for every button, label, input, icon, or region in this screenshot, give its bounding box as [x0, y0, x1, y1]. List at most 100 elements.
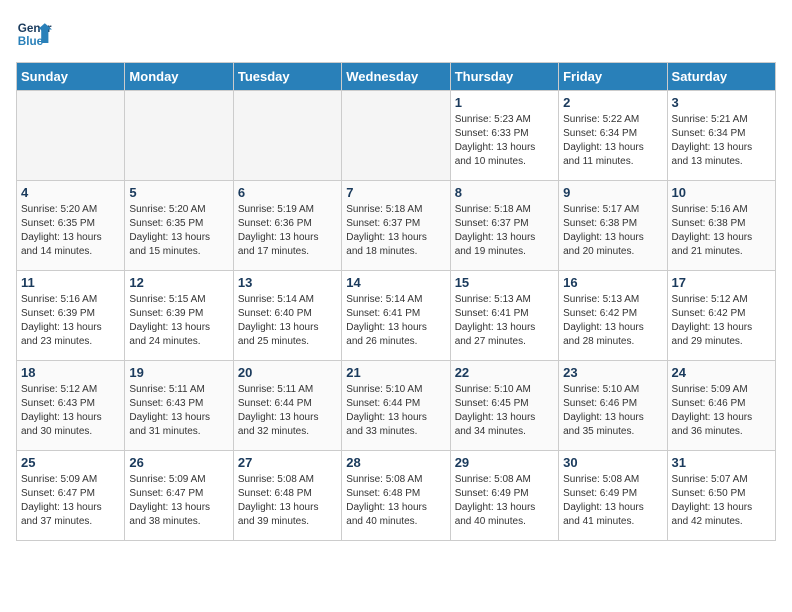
day-info: Sunrise: 5:13 AM Sunset: 6:41 PM Dayligh… [455, 293, 554, 349]
calendar-cell: 1 Sunrise: 5:23 AM Sunset: 6:33 PM Daylig… [450, 91, 558, 181]
day-number: 1 [455, 95, 554, 110]
day-number: 13 [238, 275, 337, 290]
calendar-table: SundayMondayTuesdayWednesdayThursdayFrid… [16, 62, 776, 541]
day-number: 29 [455, 455, 554, 470]
day-number: 27 [238, 455, 337, 470]
day-info: Sunrise: 5:13 AM Sunset: 6:42 PM Dayligh… [563, 293, 662, 349]
calendar-cell: 14 Sunrise: 5:14 AM Sunset: 6:41 PM Dayli… [342, 271, 450, 361]
calendar-cell: 31 Sunrise: 5:07 AM Sunset: 6:50 PM Dayli… [667, 451, 775, 541]
calendar-cell: 8Sunrise: 5:18 AM Sunset: 6:37 PM Daylig… [450, 181, 558, 271]
calendar-cell: 24 Sunrise: 5:09 AM Sunset: 6:46 PM Dayli… [667, 361, 775, 451]
calendar-cell: 5 Sunrise: 5:20 AM Sunset: 6:35 PM Daylig… [125, 181, 233, 271]
svg-text:Blue: Blue [18, 35, 44, 48]
day-info: Sunrise: 5:22 AM Sunset: 6:34 PM Dayligh… [563, 113, 662, 169]
calendar-cell: 10 Sunrise: 5:16 AM Sunset: 6:38 PM Dayli… [667, 181, 775, 271]
day-number: 31 [672, 455, 771, 470]
calendar-week-row: 1 Sunrise: 5:23 AM Sunset: 6:33 PM Daylig… [17, 91, 776, 181]
calendar-cell [342, 91, 450, 181]
day-number: 12 [129, 275, 228, 290]
day-info: Sunrise: 5:14 AM Sunset: 6:40 PM Dayligh… [238, 293, 337, 349]
calendar-cell: 11 Sunrise: 5:16 AM Sunset: 6:39 PM Dayli… [17, 271, 125, 361]
day-info: Sunrise: 5:07 AM Sunset: 6:50 PM Dayligh… [672, 473, 771, 529]
calendar-cell: 22 Sunrise: 5:10 AM Sunset: 6:45 PM Dayli… [450, 361, 558, 451]
calendar-cell: 25 Sunrise: 5:09 AM Sunset: 6:47 PM Dayli… [17, 451, 125, 541]
calendar-cell: 4 Sunrise: 5:20 AM Sunset: 6:35 PM Daylig… [17, 181, 125, 271]
calendar-week-row: 18 Sunrise: 5:12 AM Sunset: 6:43 PM Dayli… [17, 361, 776, 451]
day-number: 19 [129, 365, 228, 380]
calendar-cell: 2 Sunrise: 5:22 AM Sunset: 6:34 PM Daylig… [559, 91, 667, 181]
day-info: Sunrise: 5:18 AM Sunset: 6:37 PM Dayligh… [346, 203, 445, 259]
weekday-header: Sunday [17, 63, 125, 91]
calendar-cell: 6 Sunrise: 5:19 AM Sunset: 6:36 PM Daylig… [233, 181, 341, 271]
day-info: Sunrise: 5:16 AM Sunset: 6:38 PM Dayligh… [672, 203, 771, 259]
calendar-cell: 17 Sunrise: 5:12 AM Sunset: 6:42 PM Dayli… [667, 271, 775, 361]
day-info: Sunrise: 5:08 AM Sunset: 6:48 PM Dayligh… [346, 473, 445, 529]
day-number: 30 [563, 455, 662, 470]
weekday-header: Monday [125, 63, 233, 91]
day-info: Sunrise: 5:12 AM Sunset: 6:42 PM Dayligh… [672, 293, 771, 349]
calendar-cell: 13 Sunrise: 5:14 AM Sunset: 6:40 PM Dayli… [233, 271, 341, 361]
day-info: Sunrise: 5:09 AM Sunset: 6:46 PM Dayligh… [672, 383, 771, 439]
day-info: Sunrise: 5:12 AM Sunset: 6:43 PM Dayligh… [21, 383, 120, 439]
weekday-header: Tuesday [233, 63, 341, 91]
day-info: Sunrise: 5:11 AM Sunset: 6:44 PM Dayligh… [238, 383, 337, 439]
day-number: 10 [672, 185, 771, 200]
day-number: 16 [563, 275, 662, 290]
calendar-cell: 21 Sunrise: 5:10 AM Sunset: 6:44 PM Dayli… [342, 361, 450, 451]
calendar-cell: 15Sunrise: 5:13 AM Sunset: 6:41 PM Dayli… [450, 271, 558, 361]
day-number: 6 [238, 185, 337, 200]
day-number: 4 [21, 185, 120, 200]
day-number: 11 [21, 275, 120, 290]
calendar-cell: 26Sunrise: 5:09 AM Sunset: 6:47 PM Dayli… [125, 451, 233, 541]
logo-icon: General Blue [16, 16, 52, 52]
calendar-cell: 16 Sunrise: 5:13 AM Sunset: 6:42 PM Dayli… [559, 271, 667, 361]
calendar-cell: 30 Sunrise: 5:08 AM Sunset: 6:49 PM Dayli… [559, 451, 667, 541]
day-number: 18 [21, 365, 120, 380]
calendar-cell [17, 91, 125, 181]
day-number: 28 [346, 455, 445, 470]
day-info: Sunrise: 5:23 AM Sunset: 6:33 PM Dayligh… [455, 113, 554, 169]
day-info: Sunrise: 5:20 AM Sunset: 6:35 PM Dayligh… [21, 203, 120, 259]
day-number: 17 [672, 275, 771, 290]
day-info: Sunrise: 5:08 AM Sunset: 6:49 PM Dayligh… [455, 473, 554, 529]
calendar-cell: 27Sunrise: 5:08 AM Sunset: 6:48 PM Dayli… [233, 451, 341, 541]
calendar-cell: 20 Sunrise: 5:11 AM Sunset: 6:44 PM Dayli… [233, 361, 341, 451]
day-info: Sunrise: 5:08 AM Sunset: 6:49 PM Dayligh… [563, 473, 662, 529]
day-info: Sunrise: 5:10 AM Sunset: 6:44 PM Dayligh… [346, 383, 445, 439]
weekday-header: Wednesday [342, 63, 450, 91]
calendar-cell: 28 Sunrise: 5:08 AM Sunset: 6:48 PM Dayli… [342, 451, 450, 541]
day-info: Sunrise: 5:18 AM Sunset: 6:37 PM Dayligh… [455, 203, 554, 259]
day-info: Sunrise: 5:21 AM Sunset: 6:34 PM Dayligh… [672, 113, 771, 169]
day-number: 26 [129, 455, 228, 470]
day-info: Sunrise: 5:15 AM Sunset: 6:39 PM Dayligh… [129, 293, 228, 349]
calendar-week-row: 11 Sunrise: 5:16 AM Sunset: 6:39 PM Dayli… [17, 271, 776, 361]
calendar-header-row: SundayMondayTuesdayWednesdayThursdayFrid… [17, 63, 776, 91]
day-number: 24 [672, 365, 771, 380]
calendar-cell: 7Sunrise: 5:18 AM Sunset: 6:37 PM Daylig… [342, 181, 450, 271]
weekday-header: Saturday [667, 63, 775, 91]
day-info: Sunrise: 5:19 AM Sunset: 6:36 PM Dayligh… [238, 203, 337, 259]
calendar-cell: 9Sunrise: 5:17 AM Sunset: 6:38 PM Daylig… [559, 181, 667, 271]
weekday-header: Thursday [450, 63, 558, 91]
day-info: Sunrise: 5:09 AM Sunset: 6:47 PM Dayligh… [21, 473, 120, 529]
day-info: Sunrise: 5:10 AM Sunset: 6:45 PM Dayligh… [455, 383, 554, 439]
day-number: 25 [21, 455, 120, 470]
logo: General Blue [16, 16, 52, 52]
calendar-cell [233, 91, 341, 181]
day-info: Sunrise: 5:20 AM Sunset: 6:35 PM Dayligh… [129, 203, 228, 259]
day-number: 5 [129, 185, 228, 200]
day-number: 20 [238, 365, 337, 380]
calendar-cell: 19Sunrise: 5:11 AM Sunset: 6:43 PM Dayli… [125, 361, 233, 451]
calendar-cell: 18 Sunrise: 5:12 AM Sunset: 6:43 PM Dayli… [17, 361, 125, 451]
day-number: 2 [563, 95, 662, 110]
day-number: 14 [346, 275, 445, 290]
calendar-cell [125, 91, 233, 181]
day-number: 21 [346, 365, 445, 380]
day-info: Sunrise: 5:14 AM Sunset: 6:41 PM Dayligh… [346, 293, 445, 349]
weekday-header: Friday [559, 63, 667, 91]
calendar-cell: 23Sunrise: 5:10 AM Sunset: 6:46 PM Dayli… [559, 361, 667, 451]
calendar-cell: 3Sunrise: 5:21 AM Sunset: 6:34 PM Daylig… [667, 91, 775, 181]
day-info: Sunrise: 5:16 AM Sunset: 6:39 PM Dayligh… [21, 293, 120, 349]
page-header: General Blue [16, 16, 776, 52]
day-number: 22 [455, 365, 554, 380]
